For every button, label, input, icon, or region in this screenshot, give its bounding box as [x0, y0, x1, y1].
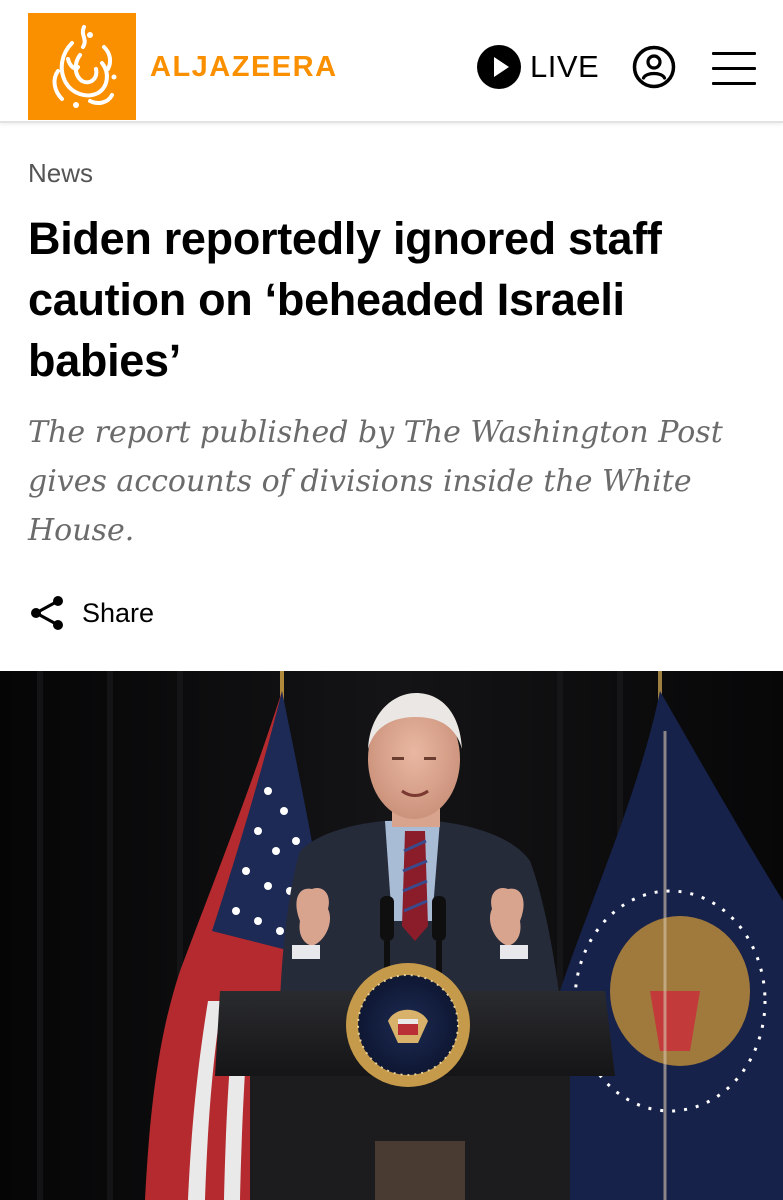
live-button[interactable]: LIVE: [477, 45, 599, 89]
article-headline: Biden reportedly ignored staff caution o…: [28, 213, 662, 386]
user-account-icon: [632, 45, 676, 89]
al-jazeera-logo[interactable]: [28, 13, 136, 120]
live-label: LIVE: [530, 49, 600, 84]
menu-line-icon: [712, 82, 756, 85]
president-at-podium-photo: [0, 671, 783, 1200]
section-link-news[interactable]: News: [28, 156, 93, 190]
menu-line-icon: [712, 52, 756, 55]
share-icon: [31, 596, 63, 630]
brand-wordmark: ALJAZEERA: [150, 51, 338, 83]
hamburger-menu-button[interactable]: [712, 50, 756, 86]
podium: [215, 963, 615, 1200]
calligraphy-logo-icon: [52, 25, 117, 108]
account-button[interactable]: [632, 45, 676, 89]
share-label: Share: [82, 597, 155, 628]
site-header: ALJAZEERA LIVE: [0, 0, 783, 123]
article-standfirst: The report published by The Washington P…: [28, 415, 723, 548]
hero-photo: [0, 671, 783, 1200]
menu-line-icon: [712, 67, 756, 70]
share-button[interactable]: Share: [28, 592, 154, 634]
play-circle-icon: [477, 45, 521, 89]
